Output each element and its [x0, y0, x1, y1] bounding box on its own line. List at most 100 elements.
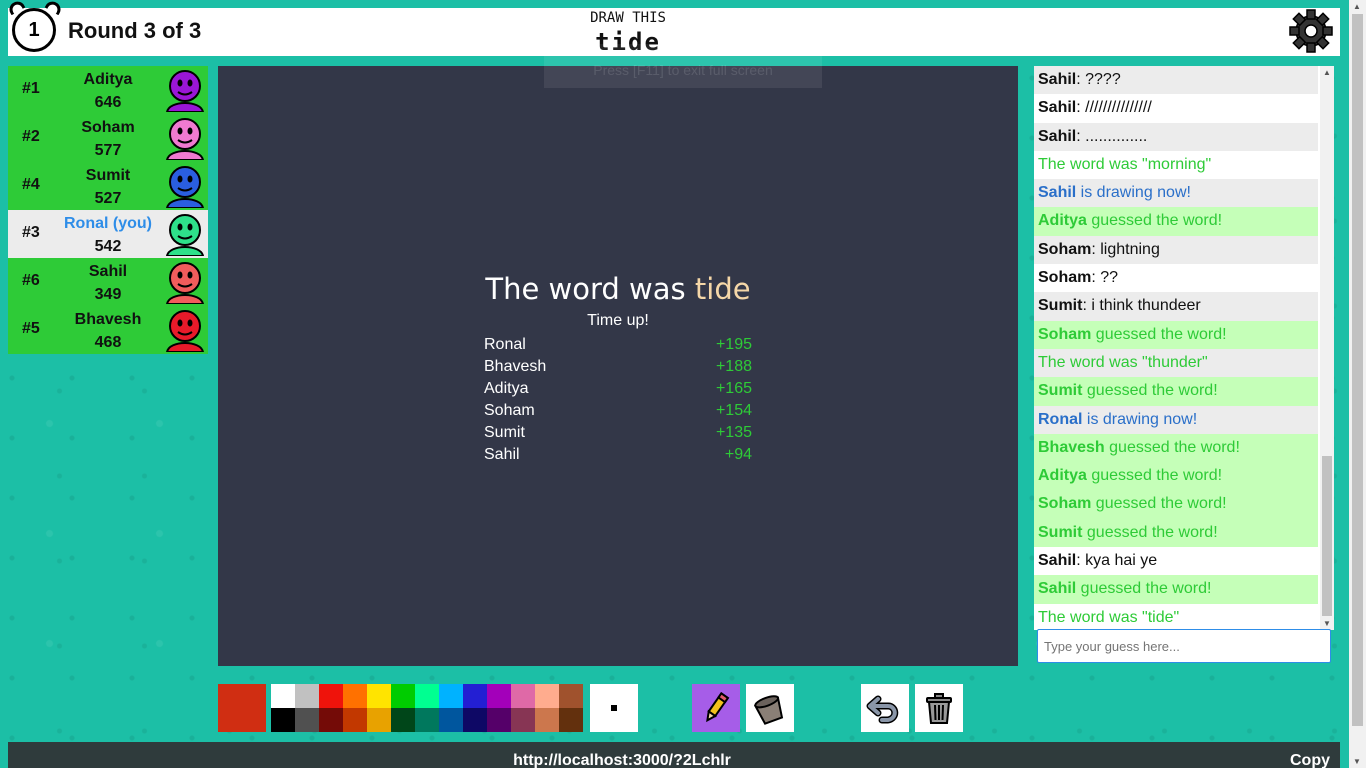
- color-swatch[interactable]: [367, 708, 391, 732]
- color-swatch[interactable]: [343, 708, 367, 732]
- chat-text: The word was "tide": [1038, 608, 1180, 626]
- player-row: #6 Sahil 349: [8, 258, 208, 306]
- chat-author: Sahil: [1038, 184, 1077, 202]
- player-name: Soham: [81, 119, 135, 136]
- color-swatch[interactable]: [367, 684, 391, 708]
- player-name: Ronal (you): [64, 215, 152, 232]
- color-swatch[interactable]: [343, 684, 367, 708]
- chat-message: Aditya guessed the word!: [1034, 207, 1318, 236]
- result-player-name: Ronal: [484, 336, 526, 353]
- chat-author: Sahil: [1038, 127, 1077, 145]
- chat-author: Aditya: [1038, 467, 1087, 485]
- color-swatch[interactable]: [271, 684, 295, 708]
- settings-gear-icon[interactable]: [1288, 8, 1334, 54]
- guess-input[interactable]: [1037, 629, 1331, 663]
- result-points: +195: [715, 336, 752, 353]
- color-swatch[interactable]: [511, 708, 535, 732]
- color-swatch[interactable]: [535, 708, 559, 732]
- color-swatch[interactable]: [559, 684, 583, 708]
- player-rank: #4: [22, 176, 40, 193]
- result-row: Sumit +135: [484, 422, 752, 444]
- player-rank: #2: [22, 128, 40, 145]
- word-hint-title: DRAW THIS: [590, 10, 666, 26]
- pencil-tool-button[interactable]: [692, 684, 740, 732]
- chat-author: Sahil: [1038, 99, 1077, 117]
- chat-author: Soham: [1038, 325, 1092, 343]
- chat-message: The word was "thunder": [1034, 348, 1318, 378]
- color-swatch[interactable]: [487, 708, 511, 732]
- color-swatch[interactable]: [319, 684, 343, 708]
- results-reason: Time up!: [587, 312, 649, 329]
- result-points: +188: [715, 358, 752, 375]
- brush-size-dot: [611, 705, 617, 711]
- chat-author: Sahil: [1038, 71, 1077, 88]
- player-rank: #6: [22, 272, 40, 289]
- page-scroll-thumb[interactable]: [1352, 14, 1363, 726]
- color-swatch[interactable]: [439, 708, 463, 732]
- color-swatch[interactable]: [319, 708, 343, 732]
- chat-author: Sumit: [1038, 297, 1083, 315]
- color-swatch[interactable]: [439, 684, 463, 708]
- results-word: tide: [694, 272, 751, 306]
- player-rank: #5: [22, 320, 40, 337]
- chat-message: Sumit guessed the word!: [1034, 377, 1318, 406]
- fullscreen-toast: Press [F11] to exit full screen: [544, 44, 822, 88]
- color-swatch[interactable]: [271, 708, 295, 732]
- chat-text: : i think thundeer: [1082, 297, 1201, 315]
- player-avatar: [165, 214, 205, 256]
- result-player-name: Sumit: [484, 424, 525, 441]
- color-swatch[interactable]: [391, 684, 415, 708]
- chat-author: Aditya: [1038, 212, 1087, 230]
- page-scroll-up-icon[interactable]: ▲: [1353, 2, 1361, 11]
- color-swatch[interactable]: [463, 684, 487, 708]
- chat-text: : kya hai ye: [1076, 552, 1158, 570]
- color-swatch[interactable]: [295, 684, 319, 708]
- player-name: Aditya: [83, 71, 133, 88]
- color-swatch[interactable]: [511, 684, 535, 708]
- scroll-up-icon[interactable]: ▲: [1323, 68, 1331, 77]
- chat-message: Sahil: ????: [1034, 66, 1318, 95]
- scroll-down-icon[interactable]: ▼: [1323, 619, 1331, 628]
- chat-text: The word was "morning": [1038, 155, 1212, 173]
- chat-author: Soham: [1038, 240, 1092, 258]
- fill-tool-button[interactable]: [746, 684, 794, 732]
- invite-url[interactable]: http://localhost:3000/?2Lchlr: [8, 752, 1236, 768]
- color-swatch[interactable]: [535, 684, 559, 708]
- result-row: Bhavesh +188: [484, 356, 752, 378]
- chat-message: Sahil is drawing now!: [1034, 179, 1318, 208]
- chat-scroll-thumb[interactable]: [1322, 456, 1332, 616]
- player-name: Sahil: [88, 263, 128, 280]
- player-score: 646: [94, 94, 122, 111]
- invite-bar: http://localhost:3000/?2Lchlr Copy: [8, 742, 1340, 768]
- undo-icon: [866, 695, 899, 724]
- color-swatch[interactable]: [463, 708, 487, 732]
- chat-message: Bhavesh guessed the word!: [1034, 433, 1318, 463]
- round-results-overlay: The word was tide Time up! Ronal +195 Bhav…: [484, 272, 752, 466]
- color-swatch[interactable]: [391, 708, 415, 732]
- chat-message: Sahil: ///////////////: [1034, 94, 1318, 123]
- undo-button[interactable]: [861, 684, 909, 732]
- player-row: #3 Ronal (you) 542: [8, 210, 208, 258]
- color-swatch[interactable]: [487, 684, 511, 708]
- drawing-canvas[interactable]: The word was tide Time up! Ronal +195 Bhav…: [218, 66, 1018, 666]
- chat-message: Sahil guessed the word!: [1034, 575, 1318, 604]
- brush-size-button[interactable]: [590, 684, 638, 732]
- chat-text: is drawing now!: [1082, 410, 1198, 428]
- color-swatch[interactable]: [295, 708, 319, 732]
- chat-author: Sahil: [1038, 552, 1077, 570]
- color-swatch[interactable]: [415, 684, 439, 708]
- pencil-icon: [706, 692, 730, 723]
- chat-message-list: Sahil: ???? Sahil: ///////////////Sahil: …: [1034, 66, 1318, 630]
- chat-scrollbar[interactable]: ▲ ▼: [1320, 66, 1334, 630]
- color-swatch[interactable]: [415, 708, 439, 732]
- chat-author: Sumit: [1038, 382, 1083, 400]
- page-scrollbar[interactable]: ▲ ▼: [1349, 0, 1366, 768]
- chat-author: Soham: [1038, 269, 1092, 287]
- chat-message: Soham guessed the word!: [1034, 490, 1318, 519]
- color-swatch[interactable]: [559, 708, 583, 732]
- clear-button[interactable]: [915, 684, 963, 732]
- chat-message: Ronal is drawing now!: [1034, 405, 1318, 434]
- page-scroll-down-icon[interactable]: ▼: [1353, 757, 1361, 766]
- copy-button[interactable]: Copy: [1290, 752, 1330, 768]
- chat-message: Sahil: kya hai ye: [1034, 547, 1318, 576]
